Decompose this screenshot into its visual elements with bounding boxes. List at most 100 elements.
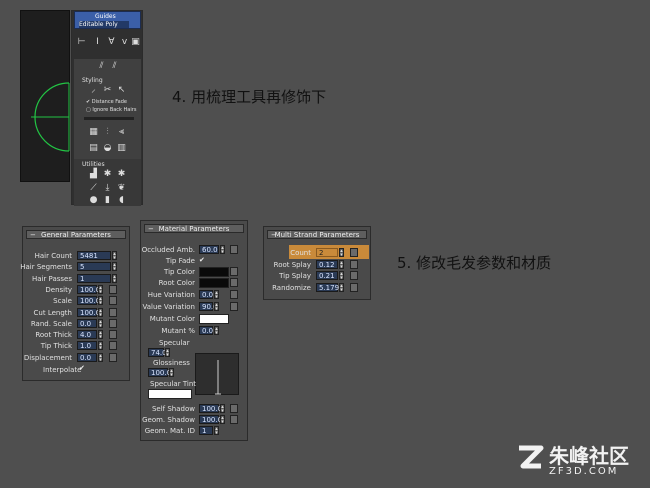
tip-fade-checkbox[interactable]: ✔ [199,256,205,264]
tip-thick-field[interactable]: 1.0 [77,341,97,351]
hue-variation-map-button[interactable] [230,290,238,299]
count-spinner[interactable] [339,248,344,257]
lock-icon[interactable]: ● [88,195,99,206]
hue-variation-field[interactable]: 0.0 [199,290,213,299]
root-splay-field[interactable]: 0.12 [316,259,338,269]
occluded-amb-spinner[interactable] [220,245,225,254]
geom-shadow-spinner[interactable] [220,415,225,424]
mutant-color-swatch[interactable] [199,314,229,324]
show-end-result-icon[interactable]: Ⅰ [92,37,103,48]
brush-size-slider[interactable] [84,117,134,120]
hair-count-field[interactable]: 5481 [77,251,111,260]
stack-item-guides[interactable]: Guides [95,13,116,20]
geom-mat-id-field[interactable]: 1 [199,426,213,435]
reset-rest-icon[interactable]: ⤓ [102,183,113,194]
clump-icon[interactable]: ▤ [88,143,99,154]
root-thick-spinner[interactable] [98,330,103,340]
density-map-button[interactable] [109,284,117,294]
tip-splay-map-button[interactable] [350,271,358,280]
hair-passes-field[interactable]: 1 [77,273,111,283]
puff-roots-icon[interactable]: ⫷ [116,127,127,138]
scale-icon[interactable]: ▥ [116,143,127,154]
attenuate-icon[interactable]: ▟ [88,169,99,180]
density-spinner[interactable] [98,284,103,294]
hair-cut-icon[interactable]: ✂ [102,85,113,96]
specular-field[interactable]: 74.0 [148,348,167,357]
hue-variation-spinner[interactable] [214,290,219,299]
randomize-spinner[interactable] [339,282,344,292]
root-color-map-button[interactable] [230,278,238,287]
density-field[interactable]: 100.0 [77,284,100,294]
tip-splay-field[interactable]: 0.21 [316,271,338,280]
tip-thick-map-button[interactable] [109,341,117,351]
tip-splay-spinner[interactable] [339,271,344,280]
toggle-collisions-icon[interactable]: ❦ [116,183,127,194]
unlock-icon[interactable]: ▮ [102,195,113,206]
count-map-button[interactable] [350,248,358,257]
geom-shadow-field[interactable]: 100.0 [199,415,222,424]
pop-select-icon[interactable]: ✱ [102,169,113,180]
scale-field[interactable]: 100.0 [77,296,100,306]
multi-strand-parameters-header[interactable]: − Multi Strand Parameters [267,230,367,239]
cut-length-field[interactable]: 100.0 [77,307,100,317]
geom-shadow-map-button[interactable] [230,415,238,424]
modifier-stack[interactable]: Guides Editable Poly [74,11,141,29]
select-icon[interactable]: ↖ [116,85,127,96]
rand-scale-spinner[interactable] [98,318,103,328]
value-variation-spinner[interactable] [214,302,219,311]
value-variation-field[interactable]: 90.0 [199,302,218,311]
specular-spinner[interactable] [165,348,170,357]
randomize-map-button[interactable] [350,282,358,292]
finish-styling-icon[interactable]: ⫽ [109,61,120,72]
ignore-back-hairs-checkbox[interactable]: ▢ Ignore Back Hairs [86,107,136,113]
pin-stack-icon[interactable]: ⊢ [76,37,87,48]
randomize-field[interactable]: 5.179 [316,282,339,292]
general-parameters-header[interactable]: − General Parameters [26,230,126,239]
mutant-pct-spinner[interactable] [214,326,219,335]
remove-modifier-icon[interactable]: ⅴ [119,37,130,48]
style-hair-icon[interactable]: ⫽ [96,61,107,72]
glossiness-field[interactable]: 100.0 [148,368,171,377]
root-thick-field[interactable]: 4.0 [77,330,97,340]
tip-color-map-button[interactable] [230,267,238,276]
viewport[interactable] [20,10,70,182]
material-parameters-header[interactable]: − Material Parameters [144,224,244,233]
geom-mat-id-spinner[interactable] [214,426,219,435]
root-splay-spinner[interactable] [339,259,344,269]
self-shadow-field[interactable]: 100.0 [199,404,222,413]
self-shadow-map-button[interactable] [230,404,238,413]
hair-segments-spinner[interactable] [112,262,117,272]
count-field[interactable]: 2 [316,248,338,257]
translate-icon[interactable]: ▦ [88,127,99,138]
hair-passes-spinner[interactable] [112,273,117,283]
rand-scale-map-button[interactable] [109,318,117,328]
displacement-spinner[interactable] [98,352,103,362]
cut-length-map-button[interactable] [109,307,117,317]
value-variation-map-button[interactable] [230,302,238,311]
hair-segments-field[interactable]: 5 [77,262,111,272]
tip-thick-spinner[interactable] [98,341,103,351]
scale-map-button[interactable] [109,296,117,306]
root-color-swatch[interactable] [199,278,229,288]
pop-zero-icon[interactable]: ✱ [116,169,127,180]
specular-tint-swatch[interactable] [148,389,192,399]
displacement-field[interactable]: 0.0 [77,352,97,362]
stack-item-editable-poly[interactable]: Editable Poly [79,21,129,28]
glossiness-spinner[interactable] [169,368,174,377]
stand-icon[interactable]: ⫶ [102,127,113,138]
displacement-map-button[interactable] [109,352,117,362]
make-unique-icon[interactable]: ∀ [106,37,117,48]
cut-length-spinner[interactable] [98,307,103,317]
occluded-amb-map-button[interactable] [230,245,238,254]
scale-spinner[interactable] [98,296,103,306]
root-thick-map-button[interactable] [109,330,117,340]
distance-fade-checkbox[interactable]: ✔ Distance Fade [86,99,127,105]
interpolate-checkbox[interactable]: ✔ [79,364,85,372]
self-shadow-spinner[interactable] [220,404,225,413]
configure-sets-icon[interactable]: ▣ [130,37,141,48]
hair-count-spinner[interactable] [112,251,117,260]
mutant-pct-field[interactable]: 0.0 [199,326,213,335]
root-splay-map-button[interactable] [350,259,358,269]
tip-color-swatch[interactable] [199,267,229,277]
rotate-icon[interactable]: ◒ [102,143,113,154]
